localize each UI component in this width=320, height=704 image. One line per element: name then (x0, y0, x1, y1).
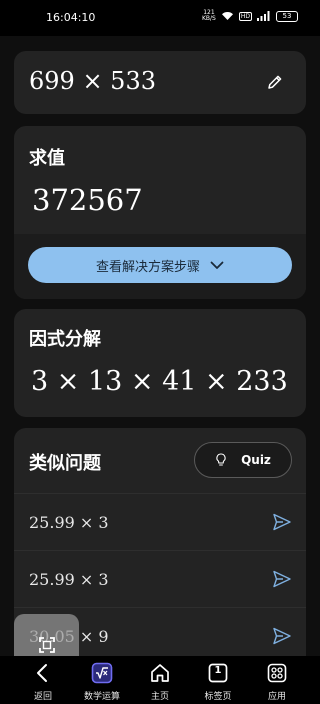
nav-math-solver-label: 数学运算 (83, 692, 120, 702)
status-time: 16:04:10 (46, 11, 96, 24)
status-bar: 16:04:10 121 KB/S HD 53 (0, 0, 320, 36)
quiz-button[interactable]: Quiz (194, 442, 292, 478)
nav-home-label: 主页 (150, 692, 169, 702)
back-icon (37, 664, 47, 682)
nav-tabs-label: 标签页 (204, 692, 232, 702)
status-icons: 121 KB/S HD 53 (202, 10, 298, 22)
floating-crop-button[interactable] (14, 614, 79, 656)
evaluate-card: 求值 372567 查看解决方案步骤 (14, 126, 306, 299)
results-scroll-area[interactable]: 699 × 533 求值 372567 查看解决方案步骤 因式分解 3 × 13… (0, 36, 320, 656)
expression-card[interactable]: 699 × 533 (14, 51, 306, 114)
quiz-label: Quiz (241, 453, 271, 467)
similar-problem-row[interactable]: 25.99 × 3 (14, 550, 306, 607)
similar-problem-text: 25.99 × 3 (29, 570, 109, 589)
home-icon (151, 664, 169, 682)
nav-apps-label: 应用 (267, 692, 286, 702)
view-solution-steps-button[interactable]: 查看解决方案步骤 (28, 247, 292, 283)
send-icon[interactable] (272, 626, 292, 646)
battery-indicator: 53 (276, 10, 298, 22)
bottom-nav-bar: 返回 数学运算 主页 1 标签页 应用 (0, 656, 320, 704)
nav-home[interactable]: 主页 (132, 656, 188, 704)
nav-apps[interactable]: 应用 (249, 656, 305, 704)
nav-math-solver[interactable]: 数学运算 (74, 656, 130, 704)
chevron-down-icon (210, 261, 224, 269)
expression-text: 699 × 533 (29, 67, 156, 95)
network-speed: 121 KB/S (202, 10, 216, 22)
network-speed-unit: KB/S (201, 15, 216, 22)
nav-back-label: 返回 (33, 692, 52, 702)
evaluate-title: 求值 (29, 148, 65, 169)
pencil-icon[interactable] (266, 73, 284, 91)
nav-back[interactable]: 返回 (15, 656, 71, 704)
view-solution-steps-label: 查看解决方案步骤 (95, 259, 200, 275)
factorization-card: 因式分解 3 × 13 × 41 × 233 (14, 309, 306, 417)
crop-frame-icon (38, 637, 55, 653)
similar-problem-text: 25.99 × 3 (29, 513, 109, 532)
tab-count: 1 (214, 665, 222, 676)
similar-problems-title: 类似问题 (29, 453, 101, 474)
similar-problem-row[interactable]: 25.99 × 3 (14, 493, 306, 550)
nav-tabs[interactable]: 1 标签页 (190, 656, 246, 704)
math-solver-icon (91, 662, 113, 684)
evaluate-footer: 查看解决方案步骤 (14, 234, 306, 299)
hd-label: HD (238, 11, 252, 21)
apps-icon (267, 663, 287, 683)
send-icon[interactable] (272, 512, 292, 532)
factorization-result: 3 × 13 × 41 × 233 (31, 366, 288, 397)
wifi-icon (221, 12, 233, 20)
send-icon[interactable] (272, 569, 292, 589)
evaluate-result: 372567 (32, 183, 143, 217)
signal-icon (257, 11, 270, 21)
lightbulb-icon (216, 453, 226, 466)
factorization-title: 因式分解 (29, 329, 101, 350)
